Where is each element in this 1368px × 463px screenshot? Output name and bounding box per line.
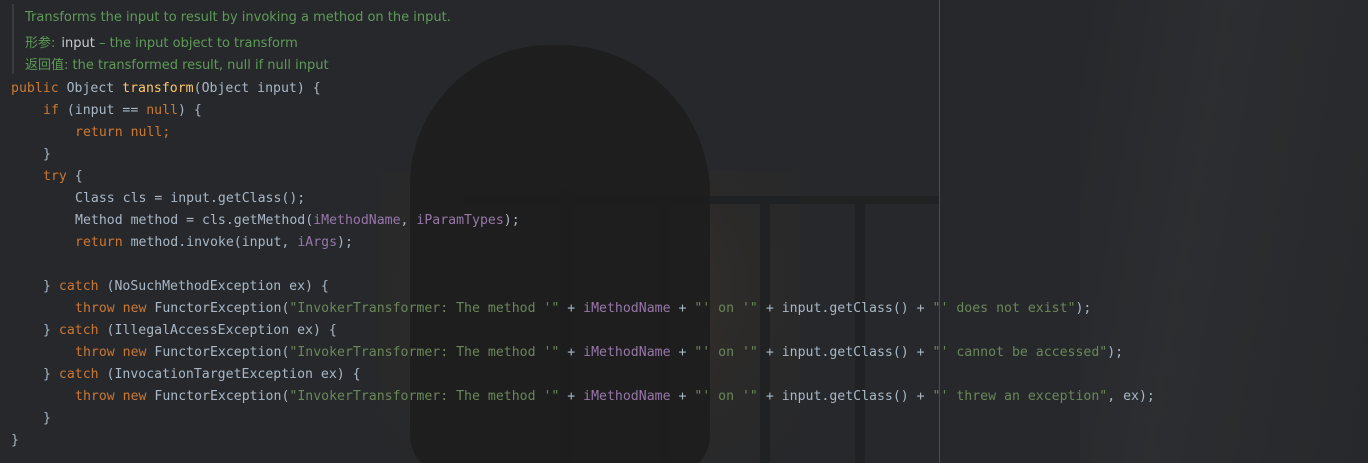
token-text: Object [66,81,123,96]
token-keyword: if [43,103,67,118]
token-keyword: public [11,81,67,96]
token-field: iParamTypes [416,213,504,228]
token-text: Method method = cls.getMethod( [75,213,314,228]
token-text: + input.getClass() + [757,301,933,316]
token-keyword: catch [58,367,107,382]
token-text: ) { [178,103,202,118]
code-line[interactable]: } catch (InvocationTargetException ex) { [43,364,361,386]
token-string: "InvokerTransformer: The method '" [289,389,560,404]
code-line[interactable]: return method.invoke(input, iArgs); [75,232,353,254]
code-line[interactable]: public Object transform(Object input) { [11,78,321,100]
rendered-javadoc: Transforms the input to result by invoki… [12,4,451,74]
token-field: iMethodName [583,301,671,316]
code-line[interactable]: } catch (IllegalAccessException ex) { [43,320,337,342]
code-line[interactable]: Class cls = input.getClass(); [75,188,305,210]
token-text: } [43,323,59,338]
code-line[interactable]: throw new FunctorException("InvokerTrans… [75,342,1123,364]
token-text: method.invoke(input, [130,235,298,250]
token-string: "' does not exist" [932,301,1076,316]
token-text: + [670,345,695,360]
token-text: + [559,389,584,404]
javadoc-return-desc: the transformed result, null if null inp… [72,58,329,73]
code-line[interactable]: throw new FunctorException("InvokerTrans… [75,386,1155,408]
token-text: + [559,301,584,316]
token-keyword: null [146,103,178,118]
token-keyword: throw new [75,301,155,316]
token-text: + [559,345,584,360]
token-keyword: return [75,235,131,250]
token-text: (InvocationTargetException ex) { [106,367,361,382]
token-text: ); [1075,301,1092,316]
token-text: + [670,301,695,316]
token-text: (input == [66,103,147,118]
token-string: "' on '" [694,345,758,360]
token-text: (NoSuchMethodException ex) { [106,279,329,294]
code-line[interactable]: } [43,144,51,166]
javadoc-param: 形参: input – the input object to transform [25,32,298,51]
javadoc-param-desc: – the input object to transform [98,36,298,51]
token-text: ); [503,213,520,228]
token-text: , ex); [1107,389,1155,404]
code-line[interactable]: Method method = cls.getMethod(iMethodNam… [75,210,520,232]
token-text: (IllegalAccessException ex) { [106,323,337,338]
token-string: "' on '" [694,389,758,404]
token-text: { [74,169,83,184]
javadoc-param-name: input [61,36,95,51]
token-text: } [43,279,59,294]
token-text: FunctorException( [154,345,290,360]
token-text: , [400,213,417,228]
token-text: } [43,367,59,382]
code-line[interactable]: if (input == null) { [43,100,202,122]
token-keyword: throw new [75,389,155,404]
token-field: iArgs [297,235,338,250]
token-text: + input.getClass() + [757,389,933,404]
code-line[interactable]: } catch (NoSuchMethodException ex) { [43,276,329,298]
token-field: iMethodName [583,345,671,360]
token-field: iMethodName [583,389,671,404]
token-text: ); [337,235,353,250]
token-text: (Object input) { [193,81,321,96]
token-keyword: throw new [75,345,155,360]
token-string: "InvokerTransformer: The method '" [289,345,560,360]
token-text: ); [1107,345,1124,360]
code-line[interactable]: try { [43,166,83,188]
token-text: FunctorException( [154,301,290,316]
token-string: "' on '" [694,301,758,316]
code-line[interactable]: throw new FunctorException("InvokerTrans… [75,298,1091,320]
javadoc-return: 返回值: the transformed result, null if nul… [25,54,329,73]
javadoc-return-label: 返回值: [25,58,69,73]
token-keyword: catch [58,323,107,338]
token-text: FunctorException( [154,389,290,404]
token-text: ; [162,125,171,140]
token-text: + [670,389,695,404]
token-keyword: catch [58,279,107,294]
javadoc-summary: Transforms the input to result by invoki… [25,10,451,25]
token-text: + input.getClass() + [757,345,933,360]
token-keyword: return null [75,125,163,140]
token-string: "' threw an exception" [932,389,1108,404]
token-string: "InvokerTransformer: The method '" [289,301,560,316]
javadoc-param-label: 形参: [25,36,56,51]
code-line[interactable]: return null; [75,122,170,144]
token-string: "' cannot be accessed" [932,345,1108,360]
token-keyword: try [43,169,75,184]
code-line[interactable]: } [11,430,19,452]
token-field: iMethodName [313,213,401,228]
code-line[interactable]: } [43,408,51,430]
token-method-name: transform [122,81,194,96]
